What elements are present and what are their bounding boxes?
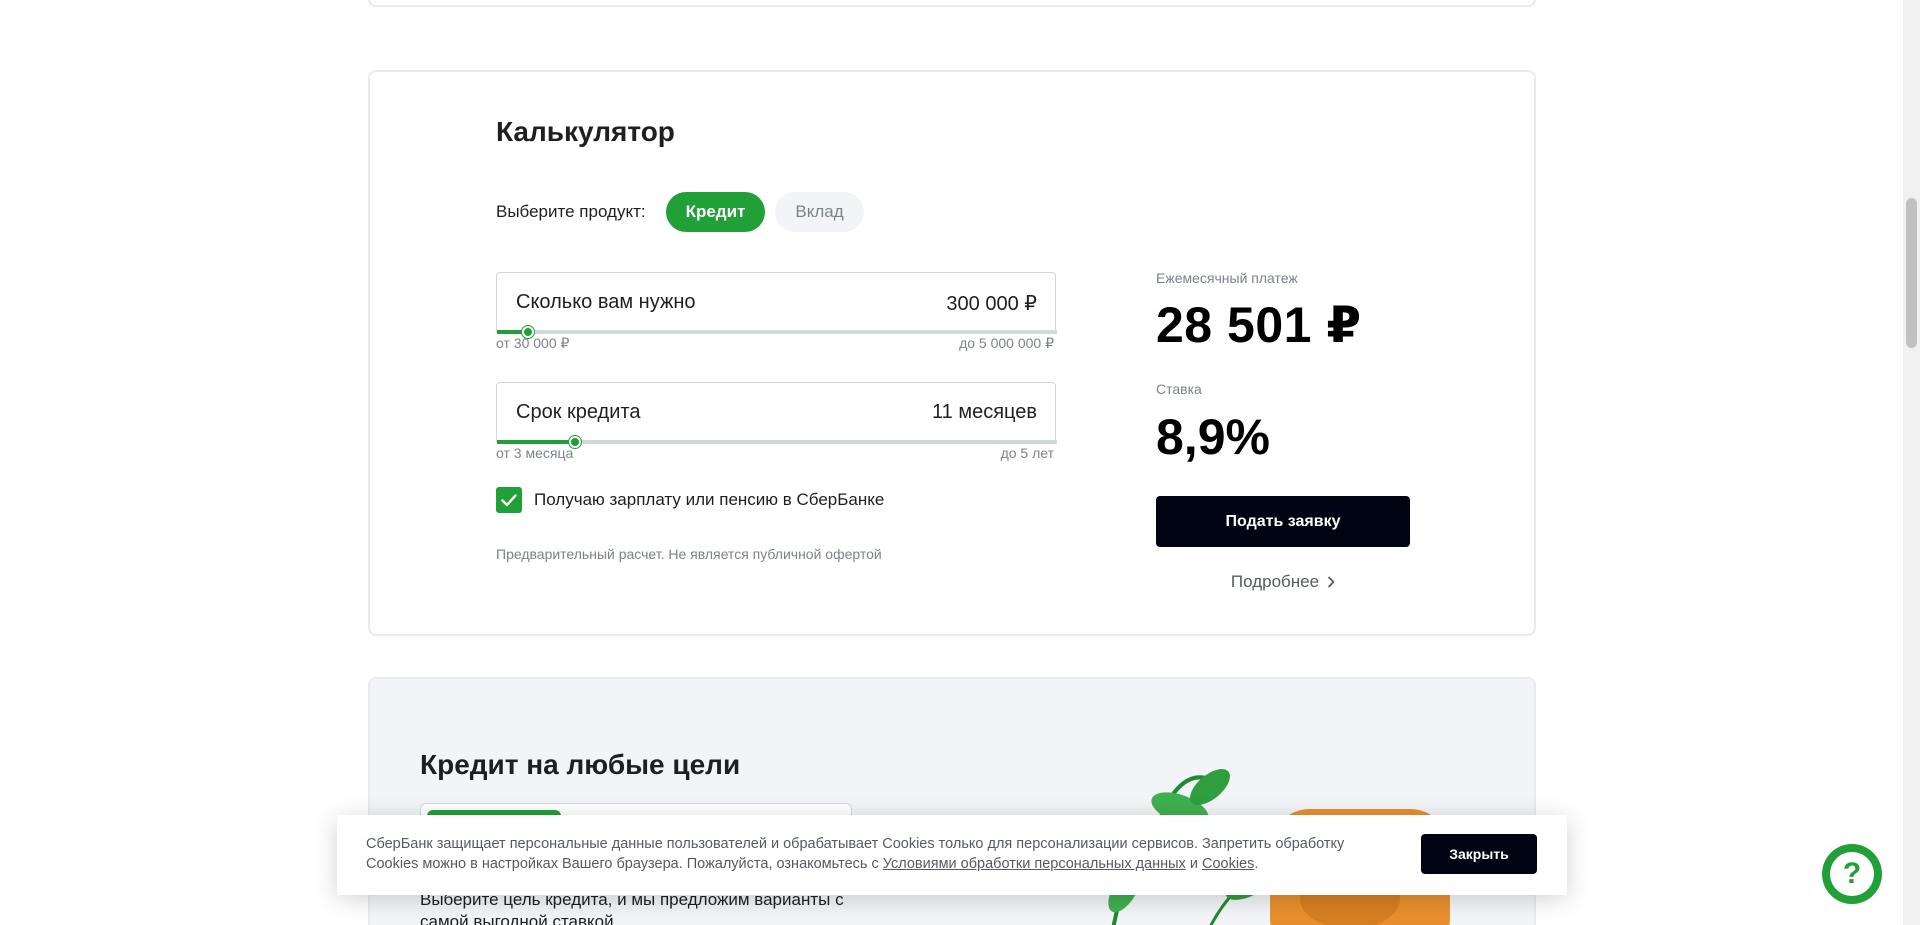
cookie-close-button[interactable]: Закрыть [1421, 834, 1537, 874]
question-mark-icon: ? [1830, 852, 1874, 896]
more-details-label: Подробнее [1230, 572, 1320, 591]
scrollbar[interactable] [1903, 0, 1920, 925]
cookies-link[interactable]: Cookies [1202, 856, 1254, 872]
amount-min-label: от 30 000 ₽ [496, 335, 570, 351]
product-label: Выберите продукт: [496, 202, 646, 221]
personal-data-link[interactable]: Условиями обработки персональных данных [883, 856, 1186, 872]
disclaimer-text: Предварительный расчет. Не является публ… [496, 546, 882, 562]
salary-checkbox[interactable] [496, 487, 522, 513]
calculator-title: Калькулятор [496, 116, 675, 147]
term-slider-fill [497, 440, 576, 444]
product-selector: Выберите продукт: Кредит Вклад [496, 192, 874, 232]
scrollbar-thumb[interactable] [1906, 198, 1917, 348]
chevron-right-icon [1327, 576, 1335, 588]
term-field[interactable]: Срок кредита 11 месяцев [496, 382, 1057, 448]
term-label: Срок кредита [516, 401, 641, 423]
checkmark-icon [501, 493, 517, 506]
cookie-text-part: . [1254, 856, 1259, 872]
amount-label: Сколько вам нужно [516, 291, 696, 313]
salary-checkbox-row[interactable]: Получаю зарплату или пенсию в СберБанке [496, 487, 884, 513]
cookie-banner: СберБанк защищает персональные данные по… [337, 815, 1567, 895]
term-max-label: до 5 лет [1000, 445, 1054, 461]
calculator-card: Калькулятор Выберите продукт: Кредит Вкл… [368, 70, 1536, 636]
rate-value: 8,9% [1156, 409, 1270, 465]
term-value[interactable]: 11 месяцев [932, 401, 1037, 424]
previous-card [368, 0, 1536, 7]
amount-value[interactable]: 300 000 ₽ [946, 291, 1037, 316]
amount-slider-track[interactable] [497, 326, 1057, 338]
amount-max-label: до 5 000 000 ₽ [959, 335, 1054, 351]
product-tab-deposit[interactable]: Вклад [775, 192, 864, 232]
product-tab-credit[interactable]: Кредит [665, 192, 766, 232]
rate-label: Ставка [1156, 381, 1202, 397]
help-button[interactable]: ? [1822, 844, 1882, 904]
apply-button[interactable]: Подать заявку [1156, 496, 1410, 547]
amount-field[interactable]: Сколько вам нужно 300 000 ₽ [496, 272, 1057, 338]
salary-checkbox-label: Получаю зарплату или пенсию в СберБанке [534, 490, 885, 509]
monthly-payment-label: Ежемесячный платеж [1156, 270, 1298, 286]
term-min-label: от 3 месяца [496, 445, 574, 461]
monthly-payment-value: 28 501 ₽ [1156, 297, 1362, 353]
credit-section-title: Кредит на любые цели [420, 749, 741, 780]
cookie-text: СберБанк защищает персональные данные по… [366, 834, 1366, 874]
cookie-text-part: и [1185, 856, 1202, 872]
term-slider-track[interactable] [497, 436, 1057, 448]
more-details-link[interactable]: Подробнее [1156, 572, 1410, 592]
